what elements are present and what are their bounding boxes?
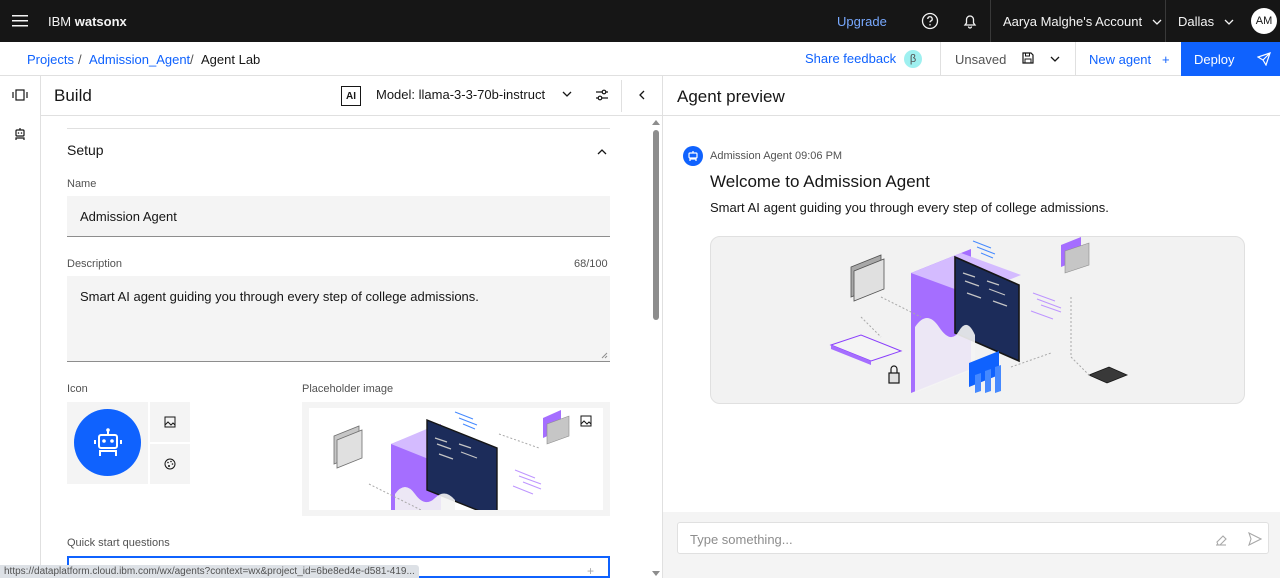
agent-avatar — [683, 146, 703, 166]
add-icon: + — [1162, 52, 1170, 67]
name-field[interactable]: Admission Agent — [67, 196, 610, 237]
left-rail — [0, 76, 41, 578]
new-agent-button[interactable]: New agent + — [1089, 52, 1170, 67]
region-name: Dallas — [1178, 14, 1215, 29]
upload-icon-button[interactable] — [150, 402, 190, 442]
breadcrumb-project[interactable]: Admission_Agent — [89, 52, 190, 67]
avatar[interactable]: AM — [1251, 8, 1277, 34]
status-url-tooltip: https://dataplatform.cloud.ibm.com/wx/ag… — [0, 565, 419, 578]
description-char-count: 68/100 — [574, 258, 608, 270]
placeholder-image-label: Placeholder image — [302, 383, 394, 395]
breadcrumb-separator: / — [78, 52, 82, 67]
region-switcher[interactable]: Dallas — [1178, 14, 1234, 29]
top-navigation-bar: IBM watsonx Upgrade Aarya Malghe's Accou… — [0, 0, 1280, 42]
message-meta: Admission Agent 09:06 PM — [710, 150, 843, 162]
notification-icon[interactable] — [960, 11, 980, 31]
chevron-down-icon — [562, 91, 572, 97]
chevron-down-icon — [1224, 19, 1234, 25]
build-header: Build AI Model: llama-3-3-70b-instruct — [41, 76, 662, 116]
scroll-up-icon[interactable] — [651, 118, 661, 126]
new-agent-label: New agent — [1089, 52, 1152, 67]
build-title: Build — [54, 86, 92, 105]
description-field[interactable]: Smart AI agent guiding you through every… — [67, 276, 610, 362]
icon-color-button[interactable] — [150, 444, 190, 484]
robot-icon[interactable] — [13, 127, 27, 146]
model-selector[interactable]: Model: llama-3-3-70b-instruct — [376, 87, 573, 102]
agent-icon-preview — [67, 402, 148, 484]
scroll-thumb[interactable] — [653, 130, 659, 320]
upgrade-link[interactable]: Upgrade — [837, 14, 887, 29]
ai-badge: AI — [341, 86, 361, 106]
robot-icon — [74, 409, 141, 476]
subbar-divider — [940, 42, 941, 76]
brand-name: watsonx — [74, 14, 127, 29]
name-value: Admission Agent — [80, 209, 177, 224]
preview-header: Agent preview — [663, 76, 1280, 116]
setup-section-title[interactable]: Setup — [67, 142, 104, 158]
welcome-description: Smart AI agent guiding you through every… — [710, 200, 1109, 215]
breadcrumb-bar: Projects / Admission_Agent / Agent Lab S… — [0, 42, 1280, 76]
brand-prefix: IBM — [48, 14, 72, 29]
robot-icon — [688, 151, 698, 161]
image-icon — [164, 416, 176, 428]
isometric-illustration — [309, 408, 603, 510]
beta-badge: β — [904, 50, 922, 68]
chevron-up-icon[interactable] — [596, 144, 608, 162]
eraser-icon[interactable] — [1214, 532, 1228, 546]
placeholder-image-preview — [302, 402, 610, 516]
section-divider — [67, 128, 610, 129]
rocket-icon — [1257, 52, 1271, 66]
breadcrumb-projects[interactable]: Projects — [27, 52, 74, 67]
topbar-divider — [990, 0, 991, 42]
breadcrumb-separator: / — [190, 52, 194, 67]
account-switcher[interactable]: Aarya Malghe's Account — [1003, 14, 1162, 29]
welcome-image — [710, 236, 1245, 404]
isometric-illustration — [829, 237, 1129, 393]
icon-label: Icon — [67, 383, 88, 395]
name-label: Name — [67, 178, 97, 190]
welcome-title: Welcome to Admission Agent — [710, 172, 930, 191]
share-feedback-link[interactable]: Share feedback — [805, 51, 896, 66]
send-icon[interactable] — [1248, 532, 1262, 546]
save-status: Unsaved — [955, 52, 1007, 67]
deploy-label: Deploy — [1194, 52, 1235, 67]
help-icon[interactable] — [920, 11, 940, 31]
chevron-down-icon — [1152, 19, 1162, 25]
preview-title: Agent preview — [677, 87, 785, 106]
palette-icon — [164, 458, 176, 470]
tools-icon[interactable] — [12, 88, 28, 107]
product-logo[interactable]: IBM watsonx — [48, 14, 127, 29]
save-icon[interactable] — [1021, 51, 1035, 70]
subbar-divider — [1075, 42, 1076, 76]
menu-icon[interactable] — [0, 0, 40, 42]
deploy-button[interactable]: Deploy — [1181, 42, 1280, 76]
settings-sliders-icon[interactable] — [595, 88, 609, 107]
chat-input[interactable]: Type something... — [677, 522, 1269, 554]
quick-start-label: Quick start questions — [67, 537, 170, 549]
resize-handle-icon[interactable] — [601, 352, 608, 359]
chat-input-placeholder: Type something... — [690, 532, 793, 547]
collapse-icon[interactable] — [636, 88, 648, 107]
image-icon[interactable] — [580, 414, 592, 432]
account-name: Aarya Malghe's Account — [1003, 14, 1143, 29]
description-label: Description — [67, 258, 123, 270]
scroll-down-icon[interactable] — [651, 570, 661, 578]
save-options-chevron-down-icon[interactable] — [1049, 52, 1061, 70]
topbar-divider — [1165, 0, 1166, 42]
model-name: Model: llama-3-3-70b-instruct — [376, 87, 546, 102]
breadcrumb-current: Agent Lab — [201, 52, 261, 67]
description-value: Smart AI agent guiding you through every… — [80, 289, 479, 304]
add-question-icon[interactable]: + — [587, 564, 594, 578]
header-divider — [621, 80, 622, 112]
